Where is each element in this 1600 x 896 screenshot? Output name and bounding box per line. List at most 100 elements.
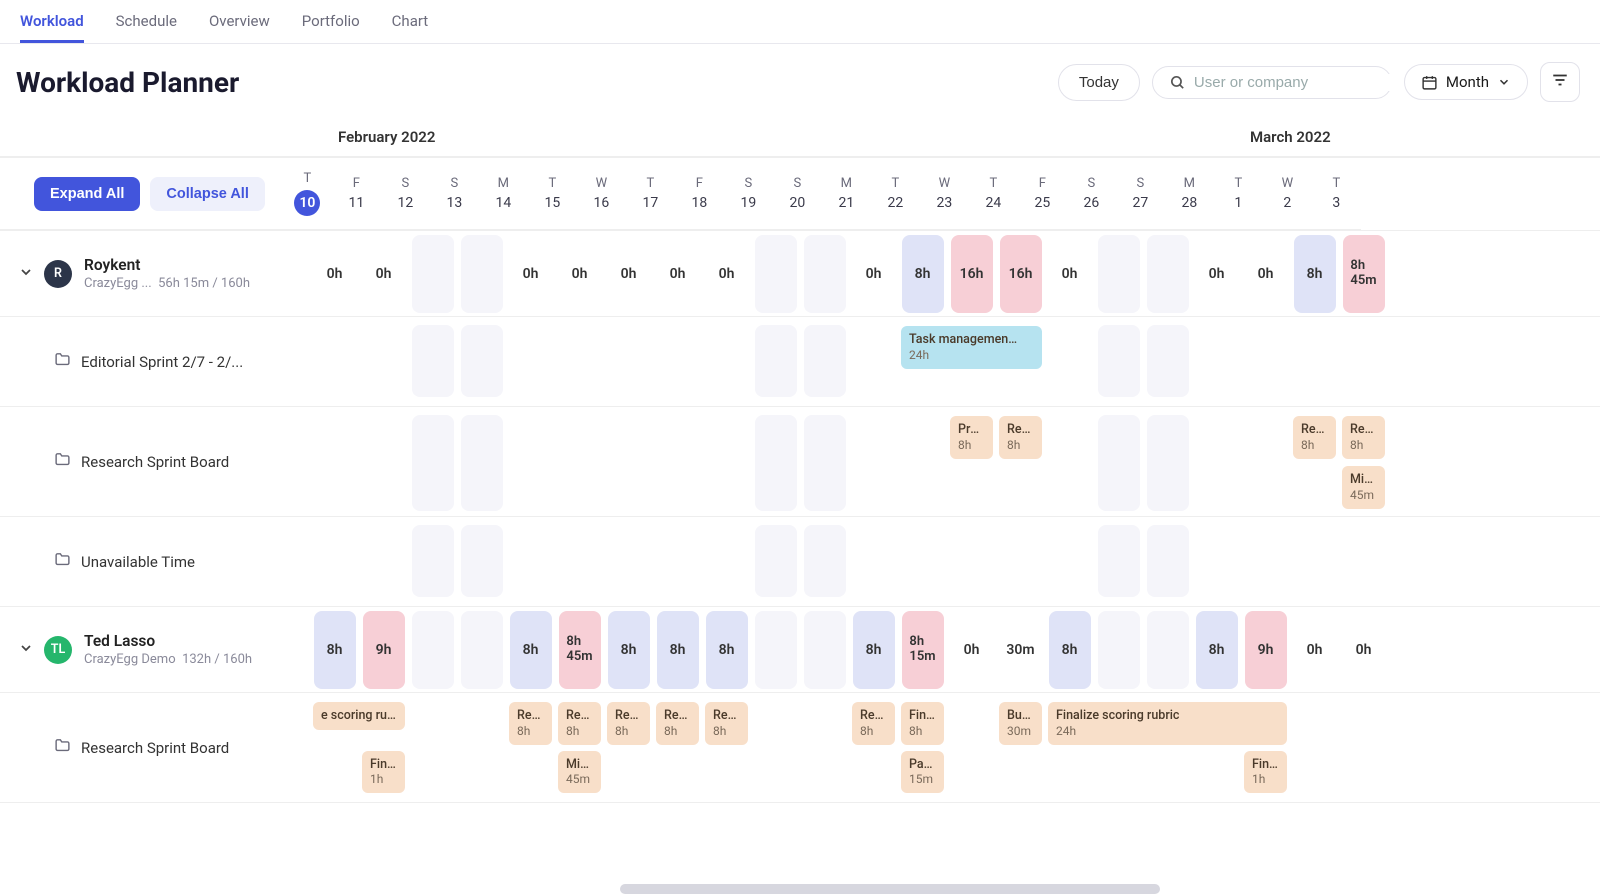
task-chip[interactable]: e scoring ru… xyxy=(313,702,405,730)
day-column[interactable]: T3 xyxy=(1312,158,1361,229)
tab-chart[interactable]: Chart xyxy=(392,12,429,43)
hour-cell[interactable]: 8h xyxy=(310,607,359,692)
hour-cell[interactable] xyxy=(1094,607,1143,692)
task-chip[interactable]: Re…8h xyxy=(705,702,748,745)
hour-cell[interactable]: 8h15m xyxy=(898,607,947,692)
hour-cell[interactable]: 0h xyxy=(1241,231,1290,316)
day-column[interactable]: T10 xyxy=(283,158,332,229)
day-column[interactable]: T24 xyxy=(969,158,1018,229)
task-chip[interactable]: Re…8h xyxy=(1293,416,1336,459)
hour-cell[interactable]: 0h xyxy=(506,231,555,316)
tab-schedule[interactable]: Schedule xyxy=(116,12,177,43)
hour-cell[interactable]: 8h xyxy=(1045,607,1094,692)
hour-cell[interactable]: 0h xyxy=(849,231,898,316)
hour-cell[interactable]: 0h xyxy=(555,231,604,316)
task-chip[interactable]: Re…8h xyxy=(558,702,601,745)
search-input-wrap[interactable] xyxy=(1152,66,1392,99)
day-column[interactable]: M21 xyxy=(822,158,871,229)
day-column[interactable]: W23 xyxy=(920,158,969,229)
hour-cell[interactable]: 8h xyxy=(849,607,898,692)
day-column[interactable]: F18 xyxy=(675,158,724,229)
hour-cell[interactable]: 8h xyxy=(506,607,555,692)
day-column[interactable]: S12 xyxy=(381,158,430,229)
hour-cell[interactable]: 16h xyxy=(996,231,1045,316)
collapse-all-button[interactable]: Collapse All xyxy=(150,177,264,211)
day-column[interactable]: T1 xyxy=(1214,158,1263,229)
filter-button[interactable] xyxy=(1540,62,1580,102)
task-chip[interactable]: Mi…45m xyxy=(1342,466,1385,509)
hour-cell[interactable] xyxy=(751,231,800,316)
task-chip[interactable]: Fin…1h xyxy=(362,751,405,794)
hour-cell[interactable] xyxy=(751,607,800,692)
expand-all-button[interactable]: Expand All xyxy=(34,177,140,211)
hour-cell[interactable] xyxy=(408,607,457,692)
hour-cell[interactable] xyxy=(1094,231,1143,316)
hour-cell[interactable]: 0h xyxy=(653,231,702,316)
day-column[interactable]: M28 xyxy=(1165,158,1214,229)
hour-cell[interactable]: 0h xyxy=(1192,231,1241,316)
task-chip[interactable]: Pre…8h xyxy=(950,416,993,459)
day-column[interactable]: S20 xyxy=(773,158,822,229)
hour-cell[interactable]: 0h xyxy=(1290,607,1339,692)
hour-cell[interactable] xyxy=(1143,607,1192,692)
day-column[interactable]: S26 xyxy=(1067,158,1116,229)
hour-cell[interactable]: 9h xyxy=(1241,607,1290,692)
day-column[interactable]: F25 xyxy=(1018,158,1067,229)
hour-cell[interactable]: 8h45m xyxy=(555,607,604,692)
expand-user-chevron-icon[interactable] xyxy=(18,640,34,660)
hour-cell[interactable]: 30m xyxy=(996,607,1045,692)
day-column[interactable]: T15 xyxy=(528,158,577,229)
hour-cell[interactable]: 0h xyxy=(310,231,359,316)
hour-cell[interactable]: 0h xyxy=(947,607,996,692)
day-column[interactable]: T17 xyxy=(626,158,675,229)
task-chip[interactable]: Re…8h xyxy=(607,702,650,745)
hour-cell[interactable]: 8h xyxy=(898,231,947,316)
day-column[interactable]: W2 xyxy=(1263,158,1312,229)
task-chip[interactable]: Re…8h xyxy=(1342,416,1385,459)
hour-cell[interactable]: 0h xyxy=(702,231,751,316)
day-column[interactable]: S27 xyxy=(1116,158,1165,229)
task-chip[interactable]: Fin…8h xyxy=(901,702,944,745)
task-chip[interactable]: Re…8h xyxy=(656,702,699,745)
hour-cell[interactable]: 0h xyxy=(1339,607,1388,692)
hour-cell[interactable]: 8h xyxy=(653,607,702,692)
horizontal-scrollbar[interactable] xyxy=(620,884,1160,894)
hour-cell[interactable] xyxy=(457,231,506,316)
hour-cell[interactable] xyxy=(800,607,849,692)
day-column[interactable]: F11 xyxy=(332,158,381,229)
hour-cell[interactable] xyxy=(457,607,506,692)
expand-user-chevron-icon[interactable] xyxy=(18,264,34,284)
hour-cell[interactable] xyxy=(1143,231,1192,316)
task-chip[interactable]: Res…8h xyxy=(999,416,1042,459)
hour-cell[interactable]: 8h xyxy=(1192,607,1241,692)
hour-cell[interactable] xyxy=(408,231,457,316)
hour-cell[interactable]: 8h xyxy=(604,607,653,692)
day-column[interactable]: S13 xyxy=(430,158,479,229)
hour-cell[interactable]: 16h xyxy=(947,231,996,316)
day-column[interactable]: S19 xyxy=(724,158,773,229)
hour-cell[interactable]: 0h xyxy=(604,231,653,316)
search-input[interactable] xyxy=(1194,74,1393,91)
period-selector[interactable]: Month xyxy=(1404,64,1528,100)
task-chip[interactable]: Mi…45m xyxy=(558,751,601,794)
day-column[interactable]: T22 xyxy=(871,158,920,229)
tab-overview[interactable]: Overview xyxy=(209,12,270,43)
hour-cell[interactable]: 0h xyxy=(1045,231,1094,316)
task-chip[interactable]: Re…8h xyxy=(509,702,552,745)
task-chip[interactable]: Task managemen…24h xyxy=(901,326,1042,369)
tab-workload[interactable]: Workload xyxy=(20,12,84,43)
tab-portfolio[interactable]: Portfolio xyxy=(302,12,360,43)
hour-cell[interactable]: 9h xyxy=(359,607,408,692)
hour-cell[interactable]: 8h45m xyxy=(1339,231,1388,316)
today-button[interactable]: Today xyxy=(1058,64,1140,101)
hour-cell[interactable]: 8h xyxy=(702,607,751,692)
task-chip[interactable]: Bu…30m xyxy=(999,702,1042,745)
day-column[interactable]: M14 xyxy=(479,158,528,229)
hour-cell[interactable]: 8h xyxy=(1290,231,1339,316)
day-column[interactable]: W16 xyxy=(577,158,626,229)
task-chip[interactable]: Pas…15m xyxy=(901,751,944,794)
hour-cell[interactable] xyxy=(800,231,849,316)
task-chip[interactable]: Finalize scoring rubric24h xyxy=(1048,702,1287,745)
hour-cell[interactable]: 0h xyxy=(359,231,408,316)
task-chip[interactable]: Re…8h xyxy=(852,702,895,745)
